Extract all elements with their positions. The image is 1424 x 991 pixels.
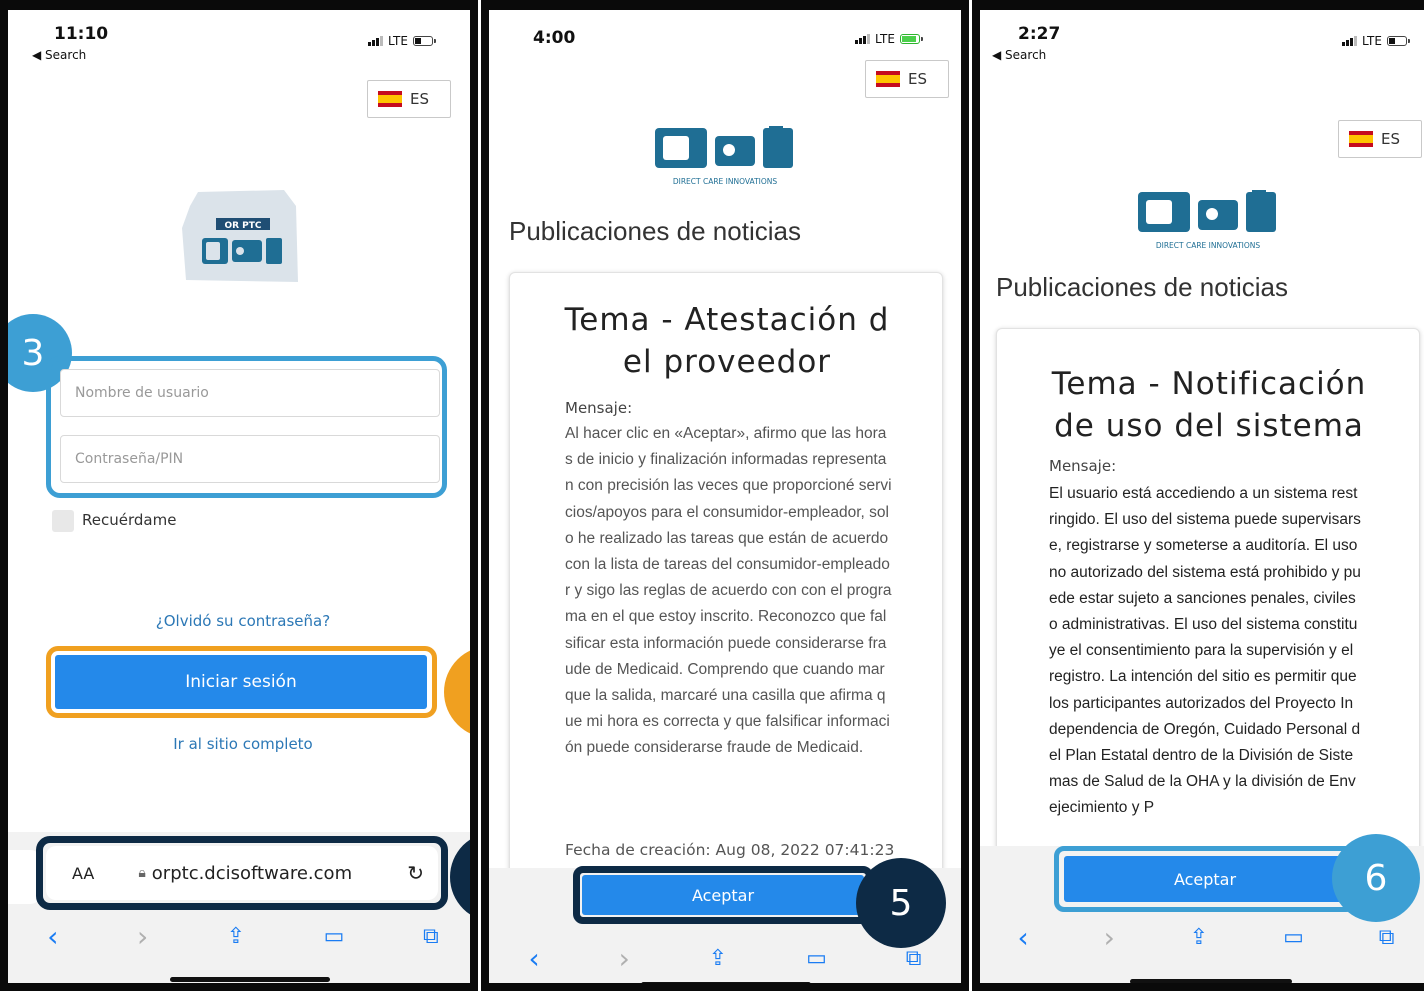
back-to-search-link[interactable]: ◀ Search (992, 48, 1046, 62)
status-time: 11:10 (54, 24, 109, 44)
language-selector[interactable]: ES (367, 80, 451, 118)
share-icon[interactable]: ⇪ (709, 946, 727, 971)
share-icon[interactable]: ⇪ (227, 924, 245, 949)
spain-flag-icon (1349, 131, 1373, 147)
news-card: Tema - Atestación d el proveedor Mensaje… (509, 272, 943, 952)
tabs-icon[interactable]: ⧉ (1379, 925, 1395, 950)
share-icon[interactable]: ⇪ (1190, 925, 1208, 950)
username-input[interactable]: Nombre de usuario (60, 369, 440, 417)
step-4-marker: 4 (444, 646, 470, 738)
svg-text:OR PTC: OR PTC (224, 221, 261, 231)
battery-icon (412, 36, 436, 46)
created-date: Fecha de creación: Aug 08, 2022 07:41:23 (565, 841, 895, 859)
forward-chevron-icon[interactable]: › (137, 920, 148, 953)
tabs-icon[interactable]: ⧉ (423, 924, 439, 949)
status-indicators: LTE (855, 32, 923, 46)
system-notice-screen-panel: 2:27 ◀ Search LTE ES DIRECT CARE INNOVAT… (972, 0, 1424, 991)
svg-text:DIRECT CARE INNOVATIONS: DIRECT CARE INNOVATIONS (673, 177, 778, 186)
tabs-icon[interactable]: ⧉ (906, 946, 922, 971)
forgot-password-link[interactable]: ¿Olvidó su contraseña? (8, 612, 470, 630)
forward-chevron-icon[interactable]: › (1104, 921, 1115, 954)
message-body: El usuario está accediendo a un sistema … (1049, 485, 1361, 817)
safari-nav-bar: ‹ › ⇪ ▭ ⧉ (489, 935, 961, 981)
login-button[interactable]: Iniciar sesión (55, 655, 427, 709)
network-label: LTE (388, 34, 408, 48)
language-label: ES (1381, 130, 1400, 148)
or-ptc-dci-logo: OR PTC (180, 188, 304, 284)
svg-text:DIRECT CARE INNOVATIONS: DIRECT CARE INNOVATIONS (1156, 241, 1261, 250)
spain-flag-icon (378, 91, 402, 107)
signal-icon (1342, 36, 1357, 46)
status-indicators: LTE (368, 34, 436, 48)
back-chevron-icon[interactable]: ‹ (528, 942, 539, 975)
network-label: LTE (1362, 34, 1382, 48)
language-label: ES (908, 70, 927, 88)
news-topic: Tema - Notificación de uso del sistema (1051, 366, 1367, 444)
bookmarks-icon[interactable]: ▭ (806, 946, 827, 971)
bookmarks-icon[interactable]: ▭ (1283, 925, 1304, 950)
accept-button[interactable]: Aceptar (1064, 856, 1346, 902)
remember-label: Recuérdame (82, 511, 177, 529)
network-label: LTE (875, 32, 895, 46)
password-input[interactable]: Contraseña/PIN (60, 435, 440, 483)
status-time: 2:27 (1018, 24, 1061, 44)
signal-icon (368, 36, 383, 46)
back-chevron-icon[interactable]: ‹ (1017, 921, 1028, 954)
language-selector[interactable]: ES (865, 60, 949, 98)
login-screen-panel: 11:10 ◀ Search LTE ES OR PTC 3 Nombre de… (0, 0, 478, 991)
home-indicator (641, 982, 811, 983)
status-time: 4:00 (533, 28, 576, 48)
attestation-screen-panel: 4:00 LTE ES DIRECT CARE INNOVATIONS Publ… (481, 0, 969, 991)
spain-flag-icon (876, 71, 900, 87)
bookmarks-icon[interactable]: ▭ (324, 924, 345, 949)
signal-icon (855, 34, 870, 44)
back-to-search-link[interactable]: ◀ Search (32, 48, 86, 62)
back-chevron-icon[interactable]: ‹ (47, 920, 58, 953)
news-section-title: Publicaciones de noticias (509, 216, 801, 246)
status-indicators: LTE (1342, 34, 1410, 48)
full-site-link[interactable]: Ir al sitio completo (8, 735, 470, 753)
safari-nav-bar: ‹ › ⇪ ▭ ⧉ (980, 914, 1424, 960)
step-6-marker: 6 (1332, 834, 1420, 922)
news-topic: Tema - Atestación d el proveedor (564, 302, 890, 380)
remember-checkbox[interactable] (52, 510, 74, 532)
battery-icon (899, 34, 923, 44)
language-label: ES (410, 90, 429, 108)
dci-logo: DIRECT CARE INNOVATIONS (1136, 188, 1286, 254)
accept-button[interactable]: Aceptar (582, 875, 864, 915)
reload-icon[interactable]: ↻ (407, 861, 424, 885)
home-indicator (170, 977, 330, 982)
message-body: Al hacer clic en «Aceptar», afirmo que l… (565, 425, 892, 757)
url-text: orptc.dcisoftware.com (151, 862, 353, 884)
url-bar[interactable]: AA 🔒︎ orptc.dcisoftware.com ↻ (46, 846, 438, 900)
news-section-title: Publicaciones de noticias (996, 272, 1288, 302)
safari-nav-bar: ‹ › ⇪ ▭ ⧉ (8, 912, 470, 960)
language-selector[interactable]: ES (1338, 120, 1422, 158)
dci-logo: DIRECT CARE INNOVATIONS (653, 124, 803, 190)
lock-icon: 🔒︎ (138, 865, 146, 881)
forward-chevron-icon[interactable]: › (619, 942, 630, 975)
text-size-button[interactable]: AA (72, 864, 94, 883)
message-label: Mensaje: (565, 399, 633, 417)
message-label: Mensaje: (1049, 457, 1117, 475)
battery-icon (1386, 36, 1410, 46)
home-indicator (1130, 979, 1292, 983)
